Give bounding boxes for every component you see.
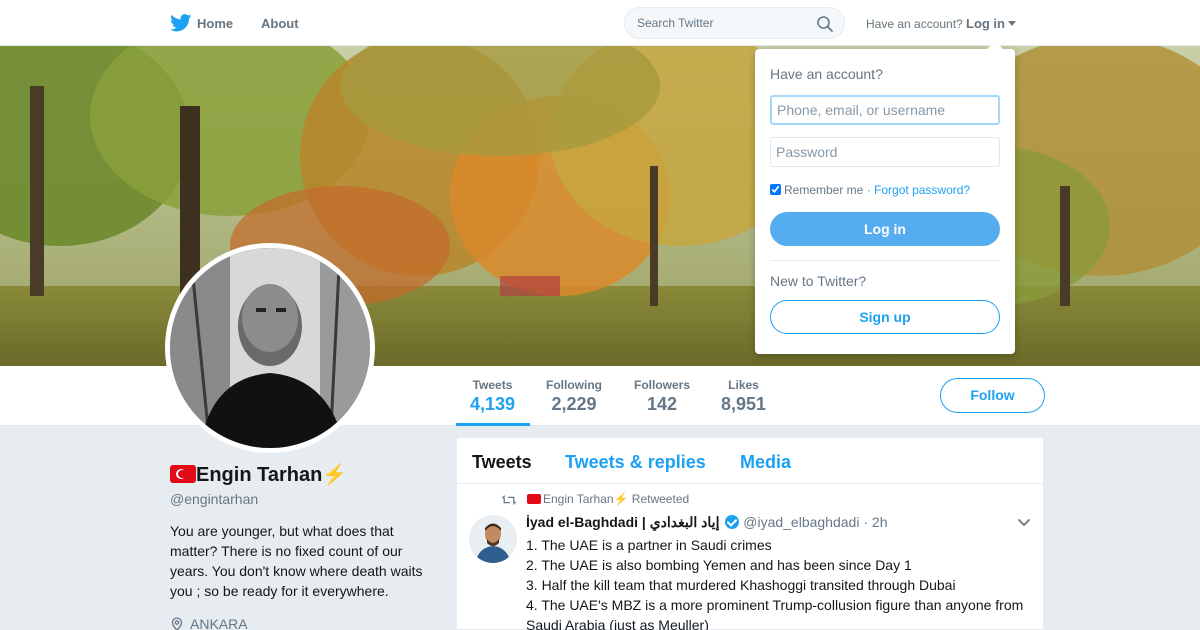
- tab-tweets[interactable]: Tweets: [472, 452, 532, 473]
- retweeter-name: Engin Tarhan: [543, 492, 614, 506]
- stat-tweets[interactable]: Tweets 4,139: [470, 378, 515, 415]
- lightning-icon: ⚡: [322, 464, 348, 486]
- retweet-context[interactable]: Engin Tarhan⚡ Retweeted: [527, 492, 689, 506]
- tweet-header: İyad el-Baghdadi | إياد البغدادي @iyad_e…: [526, 514, 887, 531]
- nav-about-link[interactable]: About: [261, 16, 299, 31]
- turkey-flag-icon: [527, 494, 541, 504]
- profile-handle[interactable]: @engintarhan: [170, 491, 258, 507]
- tweet-line: 3. Half the kill team that murdered Khas…: [526, 577, 956, 593]
- avatar-photo: [170, 248, 370, 448]
- remember-me-row: Remember me · Forgot password?: [770, 183, 970, 197]
- new-to-twitter-text: New to Twitter?: [770, 273, 867, 289]
- location-text: ANKARA: [190, 616, 248, 630]
- author-photo: [469, 515, 517, 563]
- chevron-down-icon[interactable]: [1017, 518, 1031, 528]
- stat-value: 4,139: [470, 394, 516, 414]
- tweet-line: 2. The UAE is also bombing Yemen and has…: [526, 557, 912, 573]
- signup-button[interactable]: Sign up: [770, 300, 1000, 334]
- timeline-tabs: Tweets Tweets & replies Media: [457, 438, 1043, 484]
- tweet-text: 1. The UAE is a partner in Saudi crimes …: [526, 535, 1036, 630]
- turkey-flag-icon: [170, 465, 196, 483]
- forgot-password-link[interactable]: Forgot password?: [874, 183, 970, 197]
- tweet-author-handle[interactable]: @iyad_elbaghdadi: [743, 514, 859, 530]
- stat-label: Followers: [633, 378, 690, 392]
- profile-location: ANKARA: [170, 616, 248, 630]
- search-input[interactable]: Search Twitter: [624, 7, 845, 39]
- login-dropdown-toggle[interactable]: Log in: [966, 16, 1005, 31]
- remember-me-checkbox[interactable]: [770, 184, 781, 195]
- caret-down-icon[interactable]: [1008, 21, 1016, 26]
- remember-me-label[interactable]: Remember me: [784, 183, 863, 197]
- active-tab-underline: [456, 423, 530, 426]
- password-field[interactable]: [770, 137, 1000, 167]
- twitter-bird-icon[interactable]: [170, 14, 192, 32]
- login-dropdown: Have an account? Remember me · Forgot pa…: [755, 41, 1015, 354]
- username-field[interactable]: [770, 95, 1000, 125]
- stat-label: Following: [546, 378, 602, 392]
- follow-button[interactable]: Follow: [940, 378, 1045, 413]
- tweet-author-avatar[interactable]: [469, 515, 517, 563]
- search-placeholder: Search Twitter: [637, 16, 714, 30]
- verified-badge-icon: [725, 515, 740, 529]
- stat-label: Likes: [728, 378, 759, 392]
- profile-bio: You are younger, but what does that matt…: [170, 523, 423, 599]
- tweet-timestamp[interactable]: 2h: [872, 514, 888, 530]
- tab-tweets-and-replies[interactable]: Tweets & replies: [565, 452, 706, 473]
- search-icon[interactable]: [816, 15, 834, 33]
- nav-home-link[interactable]: Home: [197, 16, 233, 31]
- tab-media[interactable]: Media: [740, 452, 791, 473]
- timeline: Tweets Tweets & replies Media Engin Tarh…: [456, 437, 1044, 630]
- stat-value: 8,951: [721, 394, 767, 414]
- tweet-line: 4. The UAE's MBZ is a more prominent Tru…: [526, 597, 1024, 630]
- have-account-text: Have an account?: [866, 17, 963, 31]
- lightning-icon: ⚡: [613, 492, 629, 506]
- stat-value: 2,229: [551, 394, 597, 414]
- remember-separator: ·: [866, 183, 871, 197]
- stat-label: Tweets: [472, 378, 513, 392]
- stat-following[interactable]: Following 2,229: [545, 378, 603, 415]
- login-dropdown-title: Have an account?: [770, 66, 883, 82]
- dropdown-divider: [770, 260, 1000, 261]
- profile-avatar[interactable]: [165, 243, 375, 453]
- tweet-item[interactable]: Engin Tarhan⚡ Retweeted İyad el-Baghdadi…: [457, 484, 1043, 630]
- retweet-icon: [502, 495, 516, 505]
- location-pin-icon: [171, 617, 183, 630]
- tweet-line: 1. The UAE is a partner in Saudi crimes: [526, 537, 772, 553]
- login-button[interactable]: Log in: [770, 212, 1000, 246]
- profile-display-name[interactable]: Engin Tarhan⚡: [170, 462, 347, 487]
- display-name-text: Engin Tarhan: [196, 464, 323, 486]
- stat-followers[interactable]: Followers 142: [633, 378, 691, 415]
- tweet-separator: ·: [863, 514, 869, 530]
- retweeted-label: Retweeted: [631, 492, 690, 506]
- stat-likes[interactable]: Likes 8,951: [721, 378, 766, 415]
- top-navigation-bar: Home About Search Twitter Have an accoun…: [0, 0, 1200, 46]
- tweet-author-name[interactable]: İyad el-Baghdadi | إياد البغدادي: [526, 514, 719, 530]
- stat-value: 142: [646, 394, 678, 414]
